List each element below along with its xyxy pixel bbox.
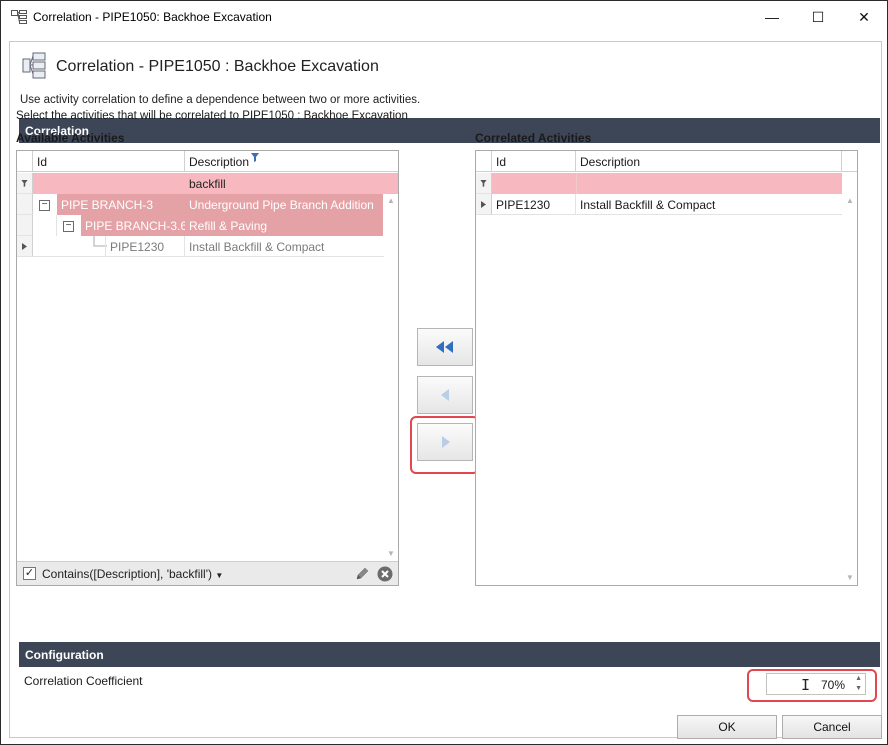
column-header-description-label: Description — [189, 155, 250, 169]
filter-expression-text: Contains([Description], 'backfill') — [42, 567, 212, 581]
collapse-icon[interactable]: − — [39, 200, 50, 212]
collapse-icon[interactable]: − — [63, 221, 74, 233]
move-left-button[interactable] — [417, 376, 473, 414]
selector-header — [476, 151, 492, 172]
row-id: PIPE BRANCH-3.6 — [81, 215, 185, 236]
filter-expression-dropdown[interactable]: Contains([Description], 'backfill') ▼ — [42, 567, 223, 581]
table-row[interactable]: PIPE1230 Install Backfill & Compact — [17, 236, 398, 257]
filter-funnel-icon — [251, 153, 259, 162]
arrow-left-icon — [440, 389, 449, 401]
double-arrow-left-icon — [436, 341, 453, 353]
row-description: Underground Pipe Branch Addition — [185, 194, 383, 215]
scroll-up-icon[interactable]: ▲ — [387, 196, 395, 205]
cancel-button[interactable]: Cancel — [782, 715, 882, 739]
filter-row-icon — [476, 173, 492, 194]
move-all-left-button[interactable] — [417, 328, 473, 366]
scroll-up-icon[interactable]: ▲ — [846, 196, 854, 205]
grid-header: Id Description — [17, 151, 398, 172]
close-icon: ✕ — [858, 8, 870, 25]
row-pointer-icon — [481, 200, 486, 208]
window-title: Correlation - PIPE1050: Backhoe Excavati… — [33, 10, 272, 24]
minimize-button[interactable]: — — [749, 1, 795, 33]
scroll-down-icon[interactable]: ▼ — [387, 549, 395, 558]
close-button[interactable]: ✕ — [841, 1, 887, 33]
available-activities-label: Available Activities — [16, 131, 125, 145]
maximize-icon: ☐ — [811, 8, 825, 25]
row-selector — [17, 194, 33, 215]
grid-header: Id Description — [476, 151, 857, 172]
vertical-scrollbar[interactable]: ▲ ▼ — [384, 194, 398, 560]
clear-filter-icon[interactable] — [377, 566, 393, 582]
row-selector — [17, 215, 33, 236]
minimize-icon: — — [765, 9, 779, 25]
correlation-app-icon — [11, 10, 27, 24]
row-pointer-icon — [22, 242, 27, 250]
configuration-section-header: Configuration — [19, 642, 880, 667]
title-bar: Correlation - PIPE1050: Backhoe Excavati… — [1, 1, 887, 33]
selector-header — [17, 151, 33, 172]
page-title: Correlation - PIPE1050 : Backhoe Excavat… — [56, 58, 379, 75]
table-row[interactable]: − PIPE BRANCH-3 Underground Pipe Branch … — [17, 194, 398, 215]
scroll-down-icon[interactable]: ▼ — [846, 573, 854, 582]
row-description: Install Backfill & Compact — [580, 198, 716, 212]
filter-divider — [576, 173, 577, 194]
vertical-scrollbar[interactable]: ▲ ▼ — [843, 194, 857, 584]
maximize-button[interactable]: ☐ — [795, 1, 841, 33]
column-header-description[interactable]: Description — [576, 151, 842, 172]
ok-button[interactable]: OK — [677, 715, 777, 739]
column-header-id[interactable]: Id — [492, 151, 576, 172]
expander-cell[interactable]: − — [37, 194, 57, 215]
row-id: PIPE1230 — [105, 236, 185, 257]
correlated-activities-grid[interactable]: Id Description PIPE1230 Install Backfill… — [475, 150, 858, 586]
filter-enabled-checkbox[interactable]: ✓ — [23, 567, 36, 580]
filter-row-icon — [17, 173, 33, 194]
correlated-activities-label: Correlated Activities — [475, 131, 592, 145]
available-activities-grid[interactable]: Id Description backfill − PIPE BRANCH-3 … — [16, 150, 399, 586]
row-description: Install Backfill & Compact — [189, 240, 325, 254]
column-header-description[interactable]: Description — [185, 151, 383, 172]
correlation-coefficient-label: Correlation Coefficient — [24, 674, 143, 688]
edit-filter-icon[interactable] — [354, 566, 370, 582]
annotation-highlight-move-right — [410, 416, 479, 474]
filter-panel: ✓ Contains([Description], 'backfill') ▼ — [17, 561, 398, 585]
table-row[interactable]: − PIPE BRANCH-3.6 Refill & Paving — [17, 215, 398, 236]
page-subtitle: Use activity correlation to define a dep… — [20, 94, 421, 106]
row-id: PIPE1230 — [492, 194, 576, 215]
annotation-highlight-coefficient — [747, 669, 877, 702]
row-id: PIPE BRANCH-3 — [57, 194, 185, 215]
indent-cell — [33, 215, 57, 236]
expander-cell[interactable]: − — [61, 215, 81, 236]
chevron-down-icon: ▼ — [215, 571, 224, 580]
row-selector — [17, 236, 33, 257]
dialog-window: Correlation - PIPE1050: Backhoe Excavati… — [0, 0, 888, 745]
row-selector — [476, 194, 492, 215]
filter-row[interactable]: backfill — [17, 173, 398, 194]
filter-description-value[interactable]: backfill — [185, 173, 383, 194]
row-description: Refill & Paving — [185, 215, 383, 236]
column-header-id[interactable]: Id — [33, 151, 185, 172]
correlation-instruction: Select the activities that will be corre… — [16, 110, 408, 122]
filter-row[interactable] — [476, 173, 842, 194]
table-row[interactable]: PIPE1230 Install Backfill & Compact — [476, 194, 842, 215]
correlation-header-icon — [22, 52, 46, 79]
